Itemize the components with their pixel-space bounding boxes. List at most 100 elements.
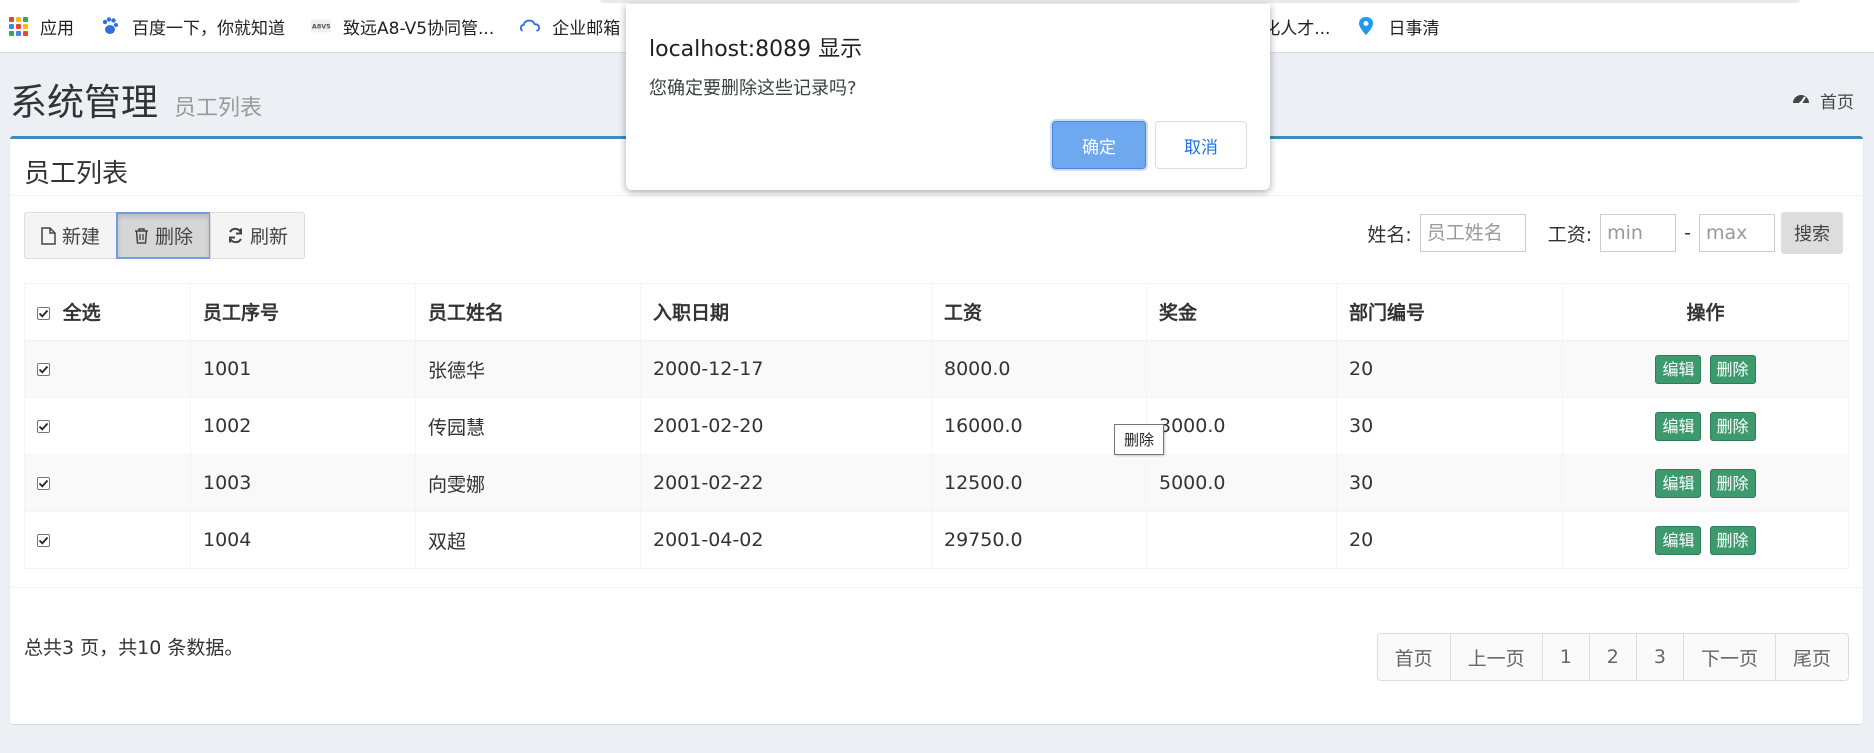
salary-max-input[interactable]	[1699, 214, 1775, 252]
page-first[interactable]: 首页	[1376, 633, 1451, 681]
cell-id: 1003	[190, 454, 416, 512]
box-header-divider	[10, 195, 1863, 196]
row-select-cell[interactable]	[24, 397, 191, 455]
page-last[interactable]: 尾页	[1774, 633, 1849, 681]
cell-dept: 20	[1336, 511, 1563, 569]
pagination-summary: 总共3 页，共10 条数据。	[24, 637, 244, 659]
cell-bonus	[1146, 511, 1337, 569]
dialog-title: localhost:8089 显示	[649, 37, 863, 62]
employee-table: 全选 员工序号 员工姓名 入职日期 工资 奖金 部门编号 操作 1001 张德华…	[24, 283, 1849, 569]
cell-salary: 29750.0	[931, 511, 1147, 569]
delete-button[interactable]: 删除	[116, 212, 212, 259]
row-checkbox[interactable]	[37, 363, 50, 377]
cell-name: 传园慧	[415, 397, 641, 455]
cell-bonus: 5000.0	[1146, 454, 1337, 512]
edit-button[interactable]: 编辑	[1655, 468, 1702, 498]
table-header-row: 全选 员工序号 员工姓名 入职日期 工资 奖金 部门编号 操作	[24, 283, 1849, 342]
name-label: 姓名:	[1367, 223, 1412, 246]
row-select-cell[interactable]	[24, 340, 191, 398]
cell-hire-date: 2001-02-20	[640, 397, 932, 455]
confirm-ok-button[interactable]: 确定	[1052, 121, 1146, 169]
row-delete-button[interactable]: 删除	[1709, 354, 1756, 384]
employee-list-box: 员工列表 新建 删除 刷新 姓名: 工资: - 搜索	[10, 136, 1863, 724]
apps-grid-icon	[8, 16, 28, 36]
cell-name: 双超	[415, 511, 641, 569]
cell-dept: 30	[1336, 454, 1563, 512]
column-header-name: 员工姓名	[415, 283, 641, 342]
delete-tooltip: 删除	[1114, 424, 1165, 455]
cloud-mail-icon	[520, 16, 541, 36]
page-number[interactable]: 1	[1541, 633, 1590, 681]
search-button[interactable]: 搜索	[1781, 212, 1843, 254]
baidu-paw-icon	[100, 16, 120, 36]
bookmark-label: 致远A8-V5协同管...	[343, 18, 495, 39]
cell-bonus	[1146, 340, 1337, 398]
box-title: 员工列表	[24, 159, 129, 189]
cell-name: 张德华	[415, 340, 641, 398]
cell-ops: 编辑 删除	[1562, 511, 1849, 569]
select-all-header[interactable]: 全选	[24, 283, 191, 342]
row-checkbox[interactable]	[37, 420, 50, 433]
bookmark-rishiqing[interactable]: 日事清	[1356, 14, 1439, 39]
row-select-cell[interactable]	[24, 454, 191, 512]
omnibox-dropdown-edge	[600, 0, 1800, 3]
search-form: 姓名: 工资: - 搜索	[1367, 212, 1843, 254]
delete-label: 删除	[155, 226, 194, 248]
bookmark-apps[interactable]: 应用	[8, 14, 74, 39]
cell-ops: 编辑 删除	[1562, 397, 1849, 455]
page-number[interactable]: 3	[1635, 633, 1684, 681]
salary-min-input[interactable]	[1600, 214, 1677, 252]
select-all-label: 全选	[62, 302, 101, 325]
bookmark-mail[interactable]: 企业邮箱	[520, 14, 620, 39]
breadcrumb-home[interactable]: 首页	[1792, 88, 1854, 113]
row-delete-button[interactable]: 删除	[1709, 468, 1756, 498]
refresh-button[interactable]: 刷新	[210, 212, 306, 259]
page-number[interactable]: 2	[1588, 633, 1637, 681]
column-header-ops: 操作	[1562, 283, 1849, 342]
dialog-message: 您确定要删除这些记录吗?	[649, 78, 857, 99]
cell-id: 1002	[190, 397, 416, 455]
cell-dept: 20	[1336, 340, 1563, 398]
row-select-cell[interactable]	[24, 511, 191, 569]
refresh-label: 刷新	[250, 226, 289, 248]
confirm-cancel-button[interactable]: 取消	[1155, 121, 1247, 169]
page-prev[interactable]: 上一页	[1449, 633, 1543, 681]
page-title: 系统管理	[10, 81, 158, 124]
page-next[interactable]: 下一页	[1682, 633, 1776, 681]
confirm-dialog: localhost:8089 显示 您确定要删除这些记录吗? 确定 取消	[626, 4, 1270, 190]
column-header-salary: 工资	[931, 283, 1147, 342]
select-all-checkbox[interactable]	[37, 307, 50, 321]
row-delete-button[interactable]: 删除	[1709, 411, 1756, 441]
bookmark-seeyon[interactable]: A8V5 致远A8-V5协同管...	[311, 14, 494, 39]
column-header-dept: 部门编号	[1336, 283, 1563, 342]
range-dash: -	[1684, 222, 1691, 244]
table-row: 1004 双超 2001-04-02 29750.0 20 编辑 删除	[24, 511, 1849, 569]
new-label: 新建	[62, 226, 101, 248]
cell-salary: 12500.0	[931, 454, 1147, 512]
edit-button[interactable]: 编辑	[1655, 411, 1702, 441]
edit-button[interactable]: 编辑	[1655, 354, 1702, 384]
column-header-id: 员工序号	[190, 283, 416, 342]
cell-salary: 8000.0	[931, 340, 1147, 398]
edit-button[interactable]: 编辑	[1655, 525, 1702, 555]
salary-label: 工资:	[1547, 223, 1593, 246]
cell-id: 1004	[190, 511, 416, 569]
bookmark-label: 应用	[40, 18, 74, 39]
table-row: 1002 传园慧 2001-02-20 16000.0 3000.0 30 编辑…	[24, 397, 1849, 455]
table-row: 1001 张德华 2000-12-17 8000.0 20 编辑 删除	[24, 340, 1849, 398]
pagination: 首页 上一页 1 2 3 下一页 尾页	[1376, 633, 1849, 681]
svg-text:A8V5: A8V5	[312, 24, 331, 31]
row-delete-button[interactable]: 删除	[1709, 525, 1756, 555]
row-checkbox[interactable]	[37, 534, 50, 547]
bookmark-label: 百度一下，你就知道	[132, 18, 285, 39]
file-icon	[41, 226, 56, 245]
box-footer-divider	[10, 587, 1863, 588]
location-pin-icon	[1356, 16, 1376, 36]
dashboard-icon	[1792, 90, 1810, 111]
new-button[interactable]: 新建	[24, 212, 118, 259]
row-checkbox[interactable]	[37, 477, 50, 490]
bookmark-baidu[interactable]: 百度一下，你就知道	[100, 14, 285, 39]
cell-hire-date: 2000-12-17	[640, 340, 932, 398]
name-search-input[interactable]	[1419, 214, 1526, 252]
home-label: 首页	[1820, 93, 1854, 113]
